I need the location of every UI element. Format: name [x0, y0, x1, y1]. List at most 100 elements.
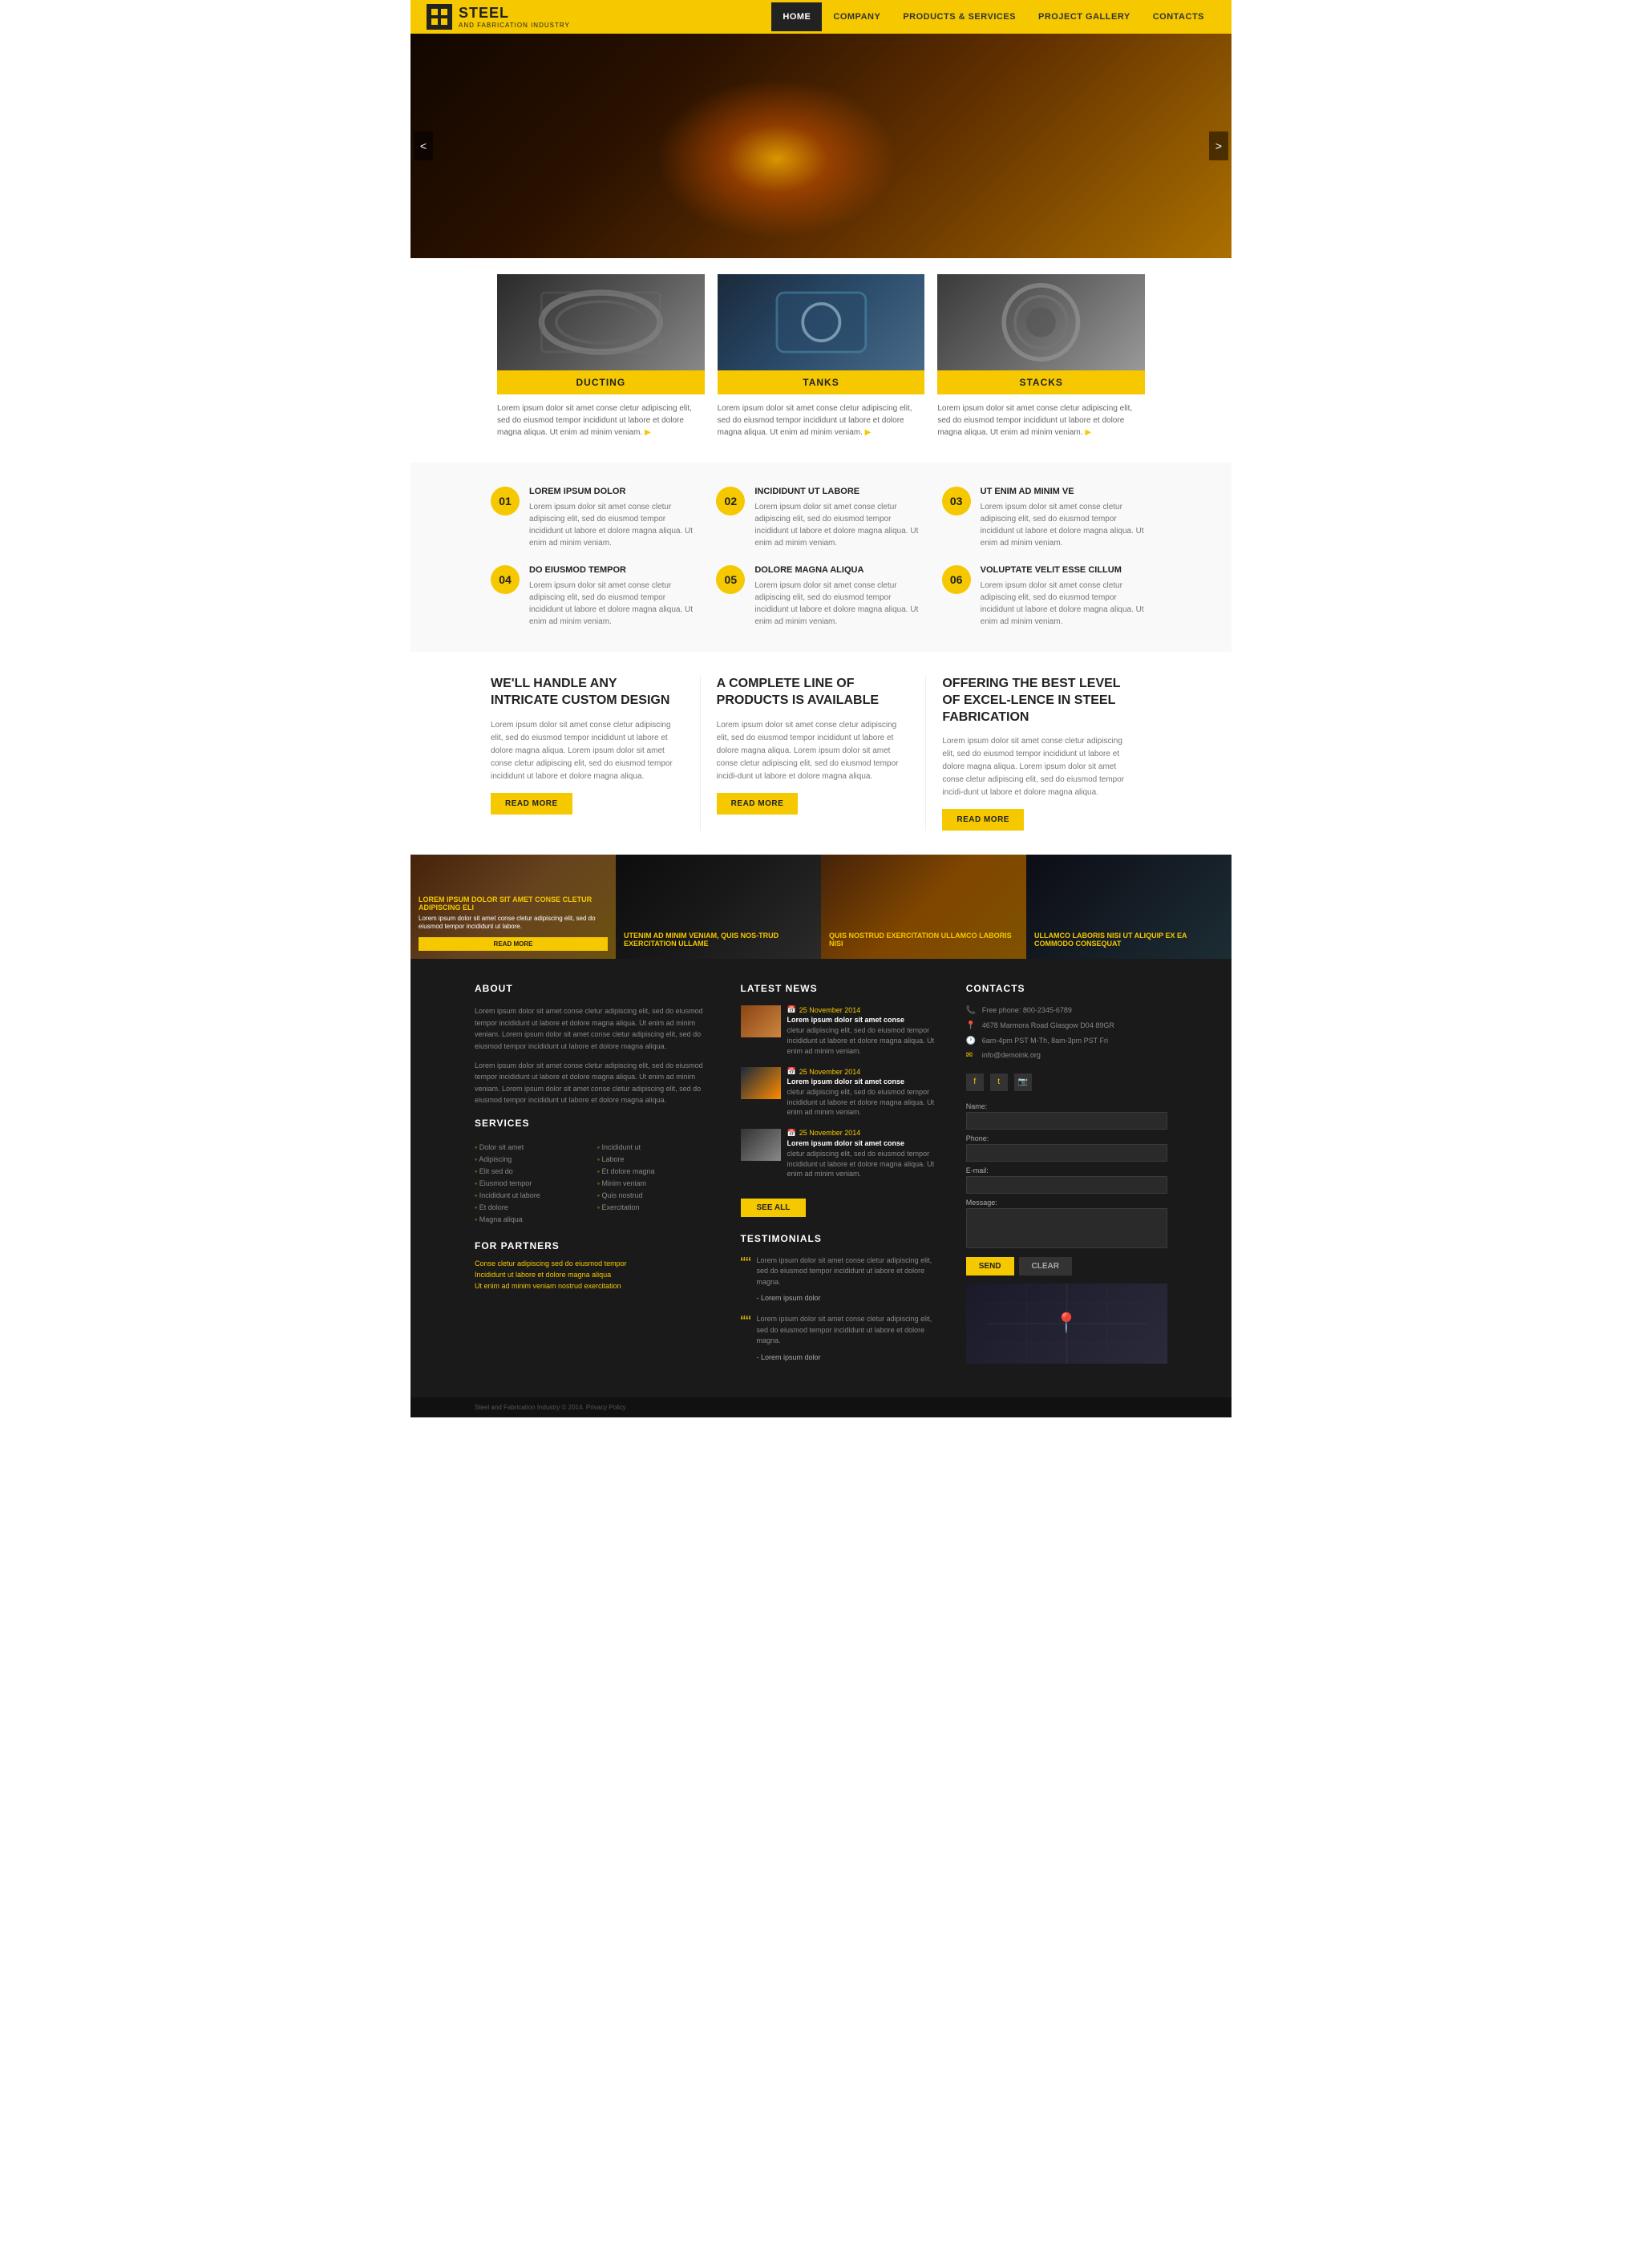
feature-item: 01 LOREM IPSUM DOLOR Lorem ipsum dolor s… — [491, 487, 700, 549]
feature-text: Lorem ipsum dolor sit amet conse cletur … — [981, 501, 1151, 549]
gallery-strip-section: LOREM IPSUM DOLOR SIT AMET CONSE CLETUR … — [410, 855, 1232, 959]
address-icon: 📍 — [966, 1021, 977, 1030]
phone-label: Phone: — [966, 1134, 1167, 1142]
hero-prev-button[interactable]: < — [414, 131, 433, 160]
read-more-button[interactable]: READ MORE — [942, 809, 1024, 831]
email-icon: ✉ — [966, 1051, 977, 1060]
news-thumbnail — [741, 1005, 781, 1037]
service-item: Magna aliqua — [475, 1215, 523, 1223]
ducting-image — [497, 274, 705, 370]
read-more-button[interactable]: READ MORE — [491, 793, 572, 815]
contact-address: 📍 4678 Marmora Road Glasgow D04 89GR — [966, 1021, 1167, 1031]
news-title: Lorem ipsum dolor sit amet conse — [787, 1016, 942, 1024]
footer-contacts-col: CONTACTS 📞 Free phone: 800-2345-6789 📍 4… — [966, 983, 1167, 1373]
email-input[interactable] — [966, 1176, 1167, 1194]
service-card-stacks: STACKS Lorem ipsum dolor sit amet conse … — [937, 274, 1145, 447]
see-all-button[interactable]: SEE ALL — [741, 1199, 807, 1217]
news-item: 📅 25 November 2014 Lorem ipsum dolor sit… — [741, 1067, 942, 1118]
tanks-more-link[interactable]: ▶ — [865, 428, 872, 437]
read-more-button[interactable]: READ MORE — [717, 793, 799, 815]
footer: ABOUT Lorem ipsum dolor sit amet conse c… — [410, 959, 1232, 1417]
message-input[interactable] — [966, 1208, 1167, 1248]
clear-button[interactable]: CLEAR — [1019, 1257, 1072, 1275]
main-nav: HOME COMPANY PRODUCTS & SERVICES PROJECT… — [771, 2, 1215, 31]
testimonial-item: Lorem ipsum dolor sit amet conse cletur … — [741, 1255, 942, 1304]
service-item: Minim veniam — [597, 1179, 646, 1187]
message-field: Message: — [966, 1199, 1167, 1251]
gallery-read-more-button[interactable]: READ MORE — [419, 937, 608, 951]
nav-contacts[interactable]: CONTACTS — [1142, 2, 1215, 31]
social-icons: f t 📷 — [966, 1073, 1167, 1091]
info-col-title: WE'LL HANDLE ANY INTRICATE CUSTOM DESIGN — [491, 676, 684, 710]
instagram-icon[interactable]: 📷 — [1014, 1073, 1032, 1091]
name-input[interactable] — [966, 1112, 1167, 1130]
feature-number: 06 — [942, 565, 971, 594]
nav-company[interactable]: COMPANY — [822, 2, 892, 31]
feature-title: DOLORE MAGNA ALIQUA — [754, 565, 925, 575]
logo-brand: STEEL — [459, 5, 570, 22]
gallery-title: LOREM IPSUM DOLOR SIT AMET CONSE CLETUR … — [419, 895, 608, 912]
gallery-title: UTENIM AD MINIM VENIAM, QUIS NOS-TRUD EX… — [624, 932, 813, 948]
contact-address-text: 4678 Marmora Road Glasgow D04 89GR — [982, 1021, 1114, 1031]
news-date: 📅 25 November 2014 — [787, 1129, 942, 1138]
testimonial-author: - Lorem ipsum dolor — [757, 1294, 821, 1302]
service-item: Incididunt ut labore — [475, 1191, 540, 1199]
news-date: 📅 25 November 2014 — [787, 1067, 942, 1076]
service-item: Et dolore — [475, 1203, 508, 1211]
info-cols-section: WE'LL HANDLE ANY INTRICATE CUSTOM DESIGN… — [410, 652, 1232, 855]
feature-title: UT ENIM AD MINIM VE — [981, 487, 1151, 496]
gallery-overlay: QUIS NOSTRUD EXERCITATION ULLAMCO LABORI… — [821, 855, 1026, 959]
logo-sub: AND FABRICATION INDUSTRY — [459, 22, 570, 29]
partner-link[interactable]: Incididunt ut labore et dolore magna ali… — [475, 1271, 717, 1279]
stacks-more-link[interactable]: ▶ — [1085, 428, 1091, 437]
nav-products[interactable]: PRODUCTS & SERVICES — [892, 2, 1027, 31]
name-label: Name: — [966, 1102, 1167, 1110]
hero-next-button[interactable]: > — [1209, 131, 1228, 160]
tanks-label: TANKS — [718, 370, 925, 394]
stacks-label: STACKS — [937, 370, 1145, 394]
twitter-icon[interactable]: t — [990, 1073, 1008, 1091]
phone-input[interactable] — [966, 1144, 1167, 1162]
info-col: OFFERING THE BEST LEVEL OF EXCEL-LENCE I… — [926, 676, 1151, 831]
feature-text: Lorem ipsum dolor sit amet conse cletur … — [529, 501, 700, 549]
feature-content: VOLUPTATE VELIT ESSE CILLUM Lorem ipsum … — [981, 565, 1151, 628]
info-col-text: Lorem ipsum dolor sit amet conse cletur … — [491, 719, 684, 783]
feature-item: 06 VOLUPTATE VELIT ESSE CILLUM Lorem ips… — [942, 565, 1151, 628]
gallery-text: Lorem ipsum dolor sit amet conse cletur … — [419, 915, 608, 932]
contact-phone: 📞 Free phone: 800-2345-6789 — [966, 1005, 1167, 1016]
gallery-item-g4: ULLAMCO LABORIS NISI UT ALIQUIP EX EA CO… — [1026, 855, 1232, 959]
tanks-text: Lorem ipsum dolor sit amet conse cletur … — [718, 394, 925, 447]
feature-text: Lorem ipsum dolor sit amet conse cletur … — [754, 580, 925, 628]
nav-home[interactable]: HOME — [771, 2, 822, 31]
logo: STEEL AND FABRICATION INDUSTRY — [427, 4, 570, 30]
partner-link[interactable]: Conse cletur adipiscing sed do eiusmod t… — [475, 1259, 717, 1267]
news-thumbnail — [741, 1067, 781, 1099]
phone-icon: 📞 — [966, 1006, 977, 1015]
email-label: E-mail: — [966, 1166, 1167, 1174]
news-title: Lorem ipsum dolor sit amet conse — [787, 1139, 942, 1147]
partner-link[interactable]: Ut enim ad minim veniam nostrud exercita… — [475, 1282, 717, 1290]
info-col-title: A COMPLETE LINE OF PRODUCTS IS AVAILABLE — [717, 676, 910, 710]
feature-content: DO EIUSMOD TEMPOR Lorem ipsum dolor sit … — [529, 565, 700, 628]
feature-item: 02 INCIDIDUNT UT LABORE Lorem ipsum dolo… — [716, 487, 925, 549]
nav-gallery[interactable]: PROJECT GALLERY — [1027, 2, 1142, 31]
gallery-item-g1: LOREM IPSUM DOLOR SIT AMET CONSE CLETUR … — [410, 855, 616, 959]
features-section: 01 LOREM IPSUM DOLOR Lorem ipsum dolor s… — [410, 463, 1232, 652]
news-text: cletur adipiscing elit, sed do eiusmod t… — [787, 1087, 942, 1118]
feature-text: Lorem ipsum dolor sit amet conse cletur … — [529, 580, 700, 628]
news-date: 📅 25 November 2014 — [787, 1005, 942, 1014]
clock-icon: 🕐 — [966, 1037, 977, 1045]
gallery-title: QUIS NOSTRUD EXERCITATION ULLAMCO LABORI… — [829, 932, 1018, 948]
facebook-icon[interactable]: f — [966, 1073, 984, 1091]
info-col: A COMPLETE LINE OF PRODUCTS IS AVAILABLE… — [701, 676, 927, 831]
footer-contacts-heading: CONTACTS — [966, 983, 1167, 994]
contact-info: 📞 Free phone: 800-2345-6789 📍 4678 Marmo… — [966, 1005, 1167, 1060]
ducting-text: Lorem ipsum dolor sit amet conse cletur … — [497, 394, 705, 447]
gallery-title: ULLAMCO LABORIS NISI UT ALIQUIP EX EA CO… — [1034, 932, 1223, 948]
info-col-text: Lorem ipsum dolor sit amet conse cletur … — [942, 735, 1135, 799]
contact-phone-text: Free phone: 800-2345-6789 — [982, 1005, 1072, 1016]
testimonials-heading: TESTIMONIALS — [741, 1233, 942, 1244]
hero-section: < > — [410, 34, 1232, 258]
send-button[interactable]: SEND — [966, 1257, 1014, 1275]
ducting-more-link[interactable]: ▶ — [645, 428, 651, 437]
